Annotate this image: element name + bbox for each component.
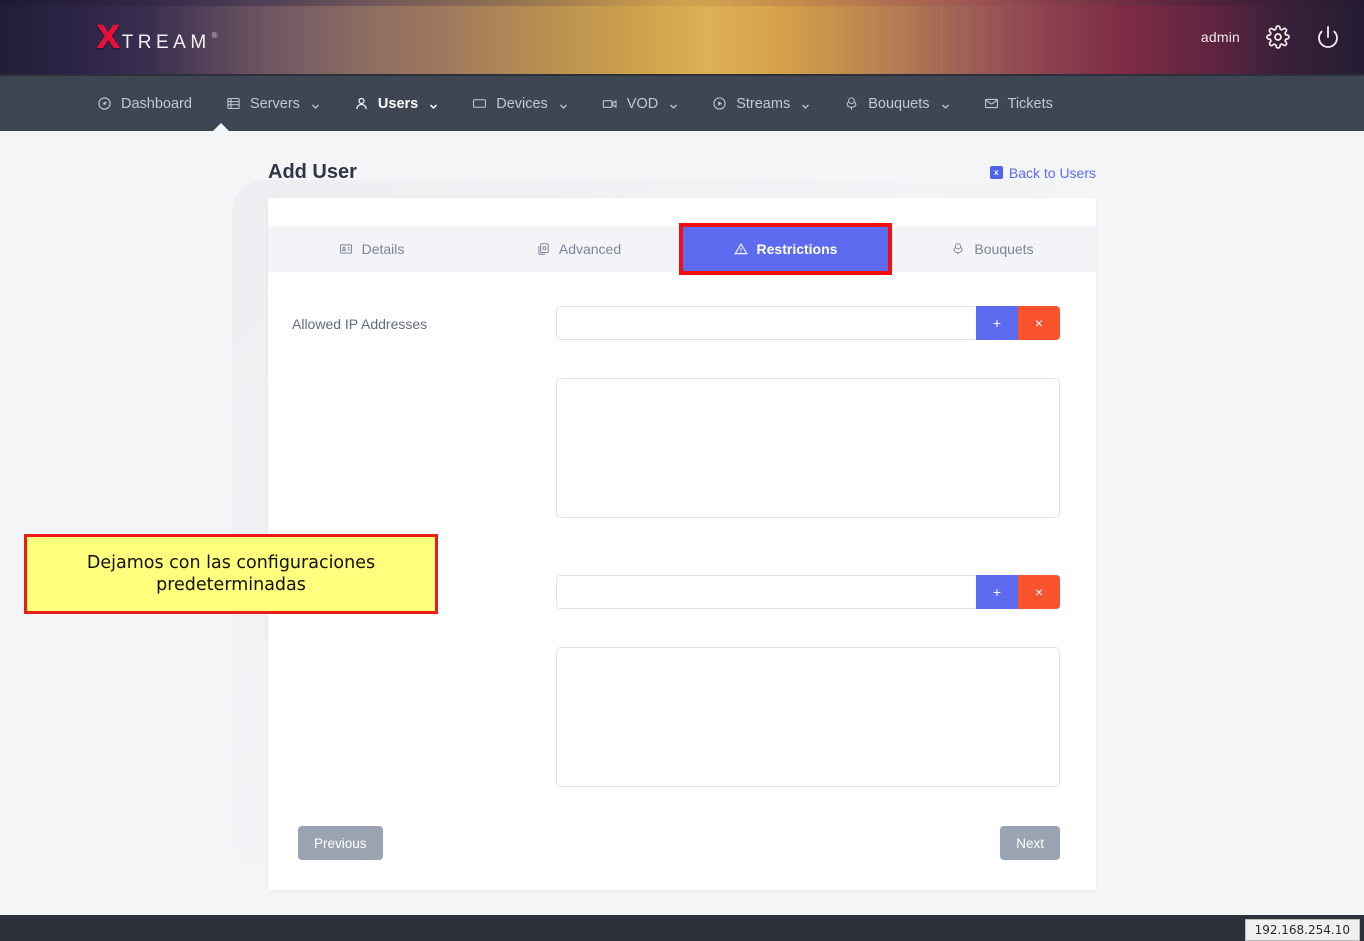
tab-label: Restrictions (756, 241, 838, 257)
mail-icon (984, 96, 999, 111)
brand-trademark: ® (211, 31, 218, 40)
back-to-users-link[interactable]: x Back to Users (989, 164, 1096, 181)
nav-item-label: VOD (626, 95, 659, 112)
nav-item-devices[interactable]: Devices (455, 76, 585, 131)
copy-icon (536, 242, 550, 256)
nav-item-users[interactable]: Users (337, 76, 455, 131)
allowed-user-agents-input-group: + × (556, 575, 1060, 609)
nav-item-label: Users (377, 95, 419, 112)
allowed-ip-label: Allowed IP Addresses (292, 316, 428, 332)
nav-item-dashboard[interactable]: Dashboard (80, 76, 209, 131)
servers-icon (226, 96, 241, 111)
bouquet-icon (951, 242, 965, 256)
nav-item-label: Bouquets (868, 95, 930, 112)
back-to-users-label: Back to Users (1008, 164, 1096, 181)
brand-logo-text: TREAM (121, 32, 211, 53)
nav-item-label: Tickets (1007, 95, 1053, 112)
tab-label: Details (361, 241, 405, 257)
warning-icon (733, 242, 748, 256)
next-button[interactable]: Next (1000, 826, 1060, 860)
tab-label: Bouquets (974, 241, 1034, 257)
bottom-strip (0, 915, 1364, 941)
play-icon (712, 96, 727, 111)
status-bar-ip: 192.168.254.10 (1244, 919, 1360, 941)
dashboard-icon (97, 96, 112, 111)
topbar-actions: admin (1201, 25, 1340, 49)
power-icon[interactable] (1316, 25, 1340, 49)
nav-item-bouquets[interactable]: Bouquets (827, 76, 966, 131)
chevron-down-icon (429, 99, 438, 110)
previous-button[interactable]: Previous (298, 826, 383, 860)
current-user-label[interactable]: admin (1201, 29, 1240, 45)
tab-bouquets[interactable]: Bouquets (889, 226, 1096, 272)
wizard-actions: Previous Next (268, 792, 1096, 890)
page-body: Add User x Back to Users Details Advance… (0, 131, 1364, 941)
restrictions-form: Allowed IP Addresses + × Allowed User-Ag… (268, 272, 1096, 792)
annotation-callout: Dejamos con las configuraciones predeter… (24, 534, 438, 614)
nav-item-tickets[interactable]: Tickets (967, 76, 1070, 131)
main-navigation: Dashboard Servers Users Devices VOD Stre… (0, 76, 1364, 132)
card-top-strip (268, 198, 1096, 226)
brand-logo-x: X (96, 18, 121, 56)
nav-item-label: Devices (496, 95, 548, 112)
allowed-ip-input[interactable] (556, 306, 976, 340)
nav-item-label: Servers (249, 95, 300, 112)
nav-item-label: Streams (736, 95, 791, 112)
allowed-ip-list[interactable] (556, 378, 1060, 518)
brand-logo[interactable]: X TREAM ® (96, 18, 218, 56)
allowed-ip-input-group: + × (556, 306, 1060, 340)
tab-restrictions[interactable]: Restrictions (679, 223, 892, 275)
add-allowed-user-agent-button[interactable]: + (976, 575, 1018, 609)
page-header: Add User x Back to Users (268, 131, 1096, 184)
nav-item-vod[interactable]: VOD (585, 76, 695, 131)
nav-item-label: Dashboard (121, 95, 192, 112)
user-icon (354, 96, 369, 111)
chevron-down-icon (311, 99, 320, 109)
chevron-down-icon (669, 99, 678, 109)
chevron-down-icon (559, 99, 568, 109)
allowed-user-agents-input[interactable] (556, 575, 976, 609)
tab-label: Advanced (558, 241, 622, 257)
gear-icon[interactable] (1266, 25, 1290, 49)
id-card-icon (339, 242, 353, 256)
delete-allowed-user-agent-button[interactable]: × (1018, 575, 1060, 609)
add-allowed-ip-button[interactable]: + (976, 306, 1018, 340)
close-icon: x (989, 166, 1003, 179)
tab-advanced[interactable]: Advanced (475, 226, 682, 272)
device-icon (472, 96, 487, 111)
wizard-tabs: Details Advanced Restrictions Bouquets (268, 223, 1096, 275)
nav-item-streams[interactable]: Streams (695, 76, 827, 131)
chevron-down-icon (801, 99, 810, 109)
chevron-down-icon (941, 99, 950, 109)
allowed-user-agents-controls: + × (556, 575, 1060, 792)
tab-details[interactable]: Details (268, 226, 475, 272)
top-brand-bar: X TREAM ® admin (0, 0, 1364, 76)
bouquet-icon (844, 96, 859, 111)
delete-allowed-ip-button[interactable]: × (1018, 306, 1060, 340)
annotation-text: Dejamos con las configuraciones predeter… (86, 552, 376, 595)
form-row-allowed-ip: Allowed IP Addresses + × (292, 306, 1060, 523)
video-icon (602, 96, 618, 112)
allowed-user-agents-list[interactable] (556, 647, 1060, 787)
allowed-ip-controls: + × (556, 306, 1060, 523)
